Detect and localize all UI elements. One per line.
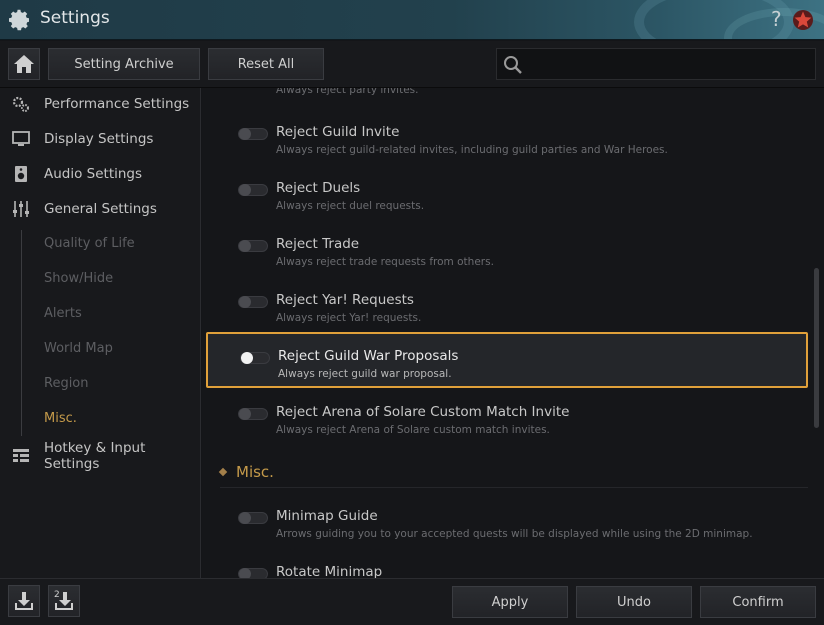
- setting-title: Reject Arena of Solare Custom Match Invi…: [276, 404, 570, 420]
- setting-description: Always reject guild war proposal.: [278, 368, 452, 380]
- toggle-switch[interactable]: [238, 240, 268, 252]
- setting-row-minimap-guide[interactable]: Minimap Guide Arrows guiding you to your…: [206, 502, 808, 558]
- setting-description: Always reject duel requests.: [276, 200, 425, 212]
- download-tray-numbered-icon: 2: [54, 590, 73, 610]
- setting-title: Minimap Guide: [276, 508, 378, 524]
- scrollbar-thumb[interactable]: [814, 268, 819, 428]
- help-icon[interactable]: ?: [771, 7, 782, 31]
- sidebar-item-hotkey-input[interactable]: Hotkey & Input Settings: [0, 440, 200, 472]
- gear-icon: [9, 9, 29, 31]
- sidebar-subitem-region[interactable]: Region: [44, 376, 89, 391]
- setting-row-reject-arena-custom-match[interactable]: Reject Arena of Solare Custom Match Invi…: [206, 398, 808, 454]
- setting-description: Arrows guiding you to your accepted ques…: [276, 528, 753, 540]
- sidebar-item-label: General Settings: [44, 201, 157, 217]
- svg-text:2: 2: [54, 590, 60, 600]
- setting-archive-button[interactable]: Setting Archive: [48, 48, 200, 80]
- sidebar-subitem-alerts[interactable]: Alerts: [44, 306, 82, 321]
- setting-row-reject-guild-invite[interactable]: Reject Guild Invite Always reject guild-…: [206, 118, 808, 174]
- tree-connector: [21, 230, 22, 436]
- setting-row-rotate-minimap[interactable]: Rotate Minimap: [206, 558, 808, 578]
- setting-title: Reject Trade: [276, 236, 360, 252]
- toolbar: Setting Archive Reset All: [0, 41, 824, 88]
- setting-row-reject-duels[interactable]: Reject Duels Always reject duel requests…: [206, 174, 808, 230]
- toggle-switch[interactable]: [238, 128, 268, 140]
- toggle-switch[interactable]: [238, 184, 268, 196]
- home-icon: [14, 55, 34, 73]
- sidebar-subitem-show-hide[interactable]: Show/Hide: [44, 271, 113, 286]
- sidebar-subitem-misc[interactable]: Misc.: [44, 411, 77, 426]
- toggle-switch[interactable]: [238, 568, 268, 578]
- import-settings-button[interactable]: [8, 585, 40, 617]
- sidebar-item-label: Performance Settings: [44, 96, 190, 112]
- monitor-icon: [12, 131, 30, 146]
- setting-description: Always reject Yar! requests.: [276, 312, 422, 324]
- setting-row-reject-trade[interactable]: Reject Trade Always reject trade request…: [206, 230, 808, 286]
- search-icon: [504, 56, 522, 74]
- sidebar-item-label: Audio Settings: [44, 166, 143, 182]
- toggle-switch[interactable]: [238, 512, 268, 524]
- setting-title: Reject Guild Invite: [276, 124, 400, 140]
- speaker-icon: [15, 166, 27, 182]
- setting-row: Always reject party invites.: [206, 88, 808, 100]
- toggle-switch[interactable]: [238, 296, 268, 308]
- confirm-button[interactable]: Confirm: [700, 586, 816, 618]
- sidebar-subitem-quality-of-life[interactable]: Quality of Life: [44, 236, 135, 251]
- import-settings-2-button[interactable]: 2: [48, 585, 80, 617]
- setting-title: Reject Guild War Proposals: [278, 348, 459, 364]
- diamond-bullet-icon: [218, 467, 228, 477]
- sidebar-item-label: Hotkey & Input Settings: [44, 440, 146, 472]
- setting-row-reject-guild-war-proposals[interactable]: Reject Guild War Proposals Always reject…: [206, 332, 808, 388]
- undo-button[interactable]: Undo: [576, 586, 692, 618]
- sidebar-subitem-world-map[interactable]: World Map: [44, 341, 113, 356]
- sidebar-item-general[interactable]: General Settings: [0, 194, 200, 224]
- toggle-switch[interactable]: [238, 408, 268, 420]
- sidebar-item-performance[interactable]: Performance Settings: [0, 89, 200, 119]
- title-bar: Settings ?: [0, 0, 824, 40]
- footer-bar: 2 Apply Undo Confirm: [0, 578, 824, 625]
- window-title: Settings: [40, 8, 110, 28]
- sliders-icon: [13, 201, 29, 217]
- settings-content: Always reject party invites. Reject Guil…: [202, 88, 824, 578]
- sidebar-item-audio[interactable]: Audio Settings: [0, 159, 200, 189]
- apply-button[interactable]: Apply: [452, 586, 568, 618]
- setting-title: Reject Yar! Requests: [276, 292, 414, 308]
- performance-gears-icon: [12, 96, 29, 112]
- setting-description: Always reject trade requests from others…: [276, 256, 494, 268]
- sidebar-item-display[interactable]: Display Settings: [0, 124, 200, 154]
- setting-description: Always reject guild-related invites, inc…: [276, 144, 668, 156]
- setting-title: Rotate Minimap: [276, 564, 383, 578]
- home-button[interactable]: [8, 48, 40, 80]
- section-divider: [220, 487, 808, 488]
- reset-all-button[interactable]: Reset All: [208, 48, 324, 80]
- settings-sidebar: Performance Settings Display Settings Au…: [0, 88, 201, 578]
- setting-title: Reject Duels: [276, 180, 361, 196]
- toggle-switch[interactable]: [240, 352, 270, 364]
- favorite-star-icon[interactable]: [792, 9, 814, 31]
- setting-description: Always reject party invites.: [276, 88, 419, 96]
- search-input[interactable]: [496, 48, 816, 80]
- sidebar-item-label: Display Settings: [44, 131, 154, 147]
- download-tray-icon: [15, 592, 33, 610]
- section-header-misc: Misc.: [218, 463, 274, 481]
- keyboard-layout-icon: [13, 449, 29, 462]
- setting-description: Always reject Arena of Solare custom mat…: [276, 424, 550, 436]
- section-title: Misc.: [236, 463, 274, 481]
